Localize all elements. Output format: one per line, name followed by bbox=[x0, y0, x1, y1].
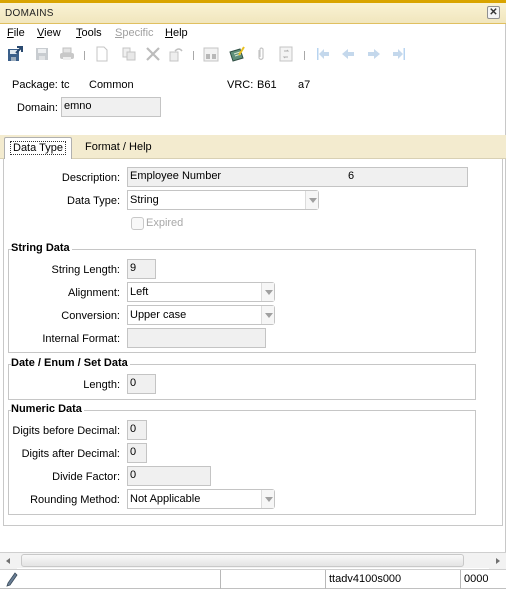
vrc-version: B61 bbox=[257, 79, 277, 91]
internal-format-label: Internal Format: bbox=[42, 333, 120, 345]
date-enum-set-title: Date / Enum / Set Data bbox=[11, 357, 130, 369]
rounding-method-select[interactable]: Not Applicable bbox=[127, 489, 275, 509]
data-type-select[interactable]: String bbox=[127, 190, 319, 210]
menu-help-mnemonic: H bbox=[165, 27, 173, 39]
expired-label: Expired bbox=[146, 217, 184, 229]
package-code: tc bbox=[61, 79, 70, 91]
scroll-thumb[interactable] bbox=[21, 554, 464, 567]
length-label: Length: bbox=[83, 379, 120, 391]
session-code: ttadv4100s000 bbox=[325, 570, 460, 589]
new-icon[interactable] bbox=[94, 46, 110, 62]
domain-field[interactable]: emno bbox=[61, 97, 161, 117]
internal-format-field[interactable] bbox=[127, 328, 266, 348]
tab-format-help-label: Format / Help bbox=[85, 141, 152, 153]
toolbar bbox=[0, 43, 506, 65]
expired-checkbox[interactable] bbox=[131, 217, 144, 230]
domain-label: Domain: bbox=[17, 102, 58, 114]
string-data-title: String Data bbox=[11, 242, 72, 254]
toolbar-separator bbox=[84, 51, 85, 60]
domains-window: DOMAINS ✕ File View Tools Specific Help … bbox=[0, 0, 506, 589]
scroll-left-button[interactable] bbox=[0, 553, 17, 569]
menu-file-mnemonic: F bbox=[7, 27, 14, 39]
rounding-method-value: Not Applicable bbox=[130, 493, 201, 505]
close-icon: ✕ bbox=[489, 7, 498, 18]
conversion-value: Upper case bbox=[130, 309, 187, 321]
status-bar: ttadv4100s000 0000 bbox=[0, 569, 506, 589]
tab-data-type[interactable]: Data Type bbox=[4, 137, 72, 159]
package-label: Package: bbox=[12, 79, 58, 91]
menu-tools[interactable]: Tools bbox=[76, 27, 102, 39]
chevron-down-icon[interactable] bbox=[305, 191, 318, 209]
divide-factor-field[interactable]: 0 bbox=[127, 466, 211, 486]
edit-note-icon[interactable] bbox=[229, 46, 245, 62]
menu-tools-label: ools bbox=[81, 27, 102, 39]
undo-icon[interactable] bbox=[168, 46, 184, 62]
save-icon[interactable] bbox=[34, 46, 50, 62]
previous-record-icon[interactable] bbox=[340, 46, 356, 62]
description-label: Description: bbox=[61, 172, 120, 184]
title-bar: DOMAINS ✕ bbox=[0, 3, 506, 24]
menu-file[interactable]: File bbox=[7, 27, 25, 39]
menu-specific-label: pecific bbox=[122, 27, 154, 39]
menu-specific[interactable]: Specific bbox=[115, 27, 154, 39]
data-type-value: String bbox=[130, 194, 159, 206]
tab-format-help[interactable]: Format / Help bbox=[79, 137, 158, 159]
description-extra: 6 bbox=[348, 170, 355, 182]
digits-after-field[interactable]: 0 bbox=[127, 443, 147, 463]
description-value: Employee Number bbox=[130, 170, 222, 182]
find-icon[interactable] bbox=[203, 46, 219, 62]
first-record-icon[interactable] bbox=[315, 46, 331, 62]
vrc-label: VRC: bbox=[227, 79, 254, 91]
delete-icon[interactable] bbox=[145, 46, 161, 62]
divide-factor-label: Divide Factor: bbox=[52, 471, 120, 483]
digits-after-label: Digits after Decimal: bbox=[21, 448, 120, 460]
chevron-down-icon[interactable] bbox=[261, 490, 274, 508]
tab-data-type-label: Data Type bbox=[10, 141, 66, 155]
digits-before-field[interactable]: 0 bbox=[127, 420, 147, 440]
menu-help-label: elp bbox=[172, 27, 188, 39]
rounding-method-label: Rounding Method: bbox=[30, 494, 120, 506]
date-enum-set-group: Date / Enum / Set Data bbox=[8, 357, 476, 400]
string-length-label: String Length: bbox=[51, 264, 121, 276]
horizontal-scrollbar[interactable] bbox=[0, 552, 506, 569]
pencil-icon bbox=[6, 572, 18, 587]
menu-view-label: iew bbox=[44, 27, 61, 39]
refresh-icon[interactable] bbox=[278, 46, 294, 62]
digits-before-label: Digits before Decimal: bbox=[12, 425, 120, 437]
toolbar-separator bbox=[193, 51, 194, 60]
alignment-value: Left bbox=[130, 286, 149, 298]
package-name: Common bbox=[89, 79, 134, 91]
window-title: DOMAINS bbox=[5, 8, 54, 19]
chevron-down-icon[interactable] bbox=[261, 283, 274, 301]
last-record-icon[interactable] bbox=[391, 46, 407, 62]
company-number: 0000 bbox=[460, 570, 506, 589]
next-record-icon[interactable] bbox=[366, 46, 382, 62]
description-field[interactable]: Employee Number 6 bbox=[127, 167, 468, 187]
conversion-select[interactable]: Upper case bbox=[127, 305, 275, 325]
vrc-release: a7 bbox=[298, 79, 311, 91]
alignment-select[interactable]: Left bbox=[127, 282, 275, 302]
menu-help[interactable]: Help bbox=[165, 27, 188, 39]
alignment-label: Alignment: bbox=[68, 287, 120, 299]
tab-bar: Data Type Format / Help bbox=[0, 135, 506, 159]
attachment-icon[interactable] bbox=[253, 46, 269, 62]
string-length-field[interactable]: 9 bbox=[127, 259, 156, 279]
menu-bar: File View Tools Specific Help bbox=[0, 25, 506, 42]
menu-view[interactable]: View bbox=[37, 27, 61, 39]
menu-file-label: ile bbox=[13, 27, 25, 39]
data-type-label: Data Type: bbox=[67, 195, 120, 207]
close-button[interactable]: ✕ bbox=[487, 6, 500, 19]
conversion-label: Conversion: bbox=[61, 310, 120, 322]
save-and-exit-icon[interactable] bbox=[7, 46, 23, 62]
toolbar-separator bbox=[304, 51, 305, 60]
length-field[interactable]: 0 bbox=[127, 374, 156, 394]
status-cell bbox=[220, 570, 325, 589]
scroll-right-button[interactable] bbox=[489, 553, 506, 569]
print-icon[interactable] bbox=[59, 46, 75, 62]
numeric-data-title: Numeric Data bbox=[11, 403, 84, 415]
chevron-down-icon[interactable] bbox=[261, 306, 274, 324]
copy-icon[interactable] bbox=[121, 46, 137, 62]
